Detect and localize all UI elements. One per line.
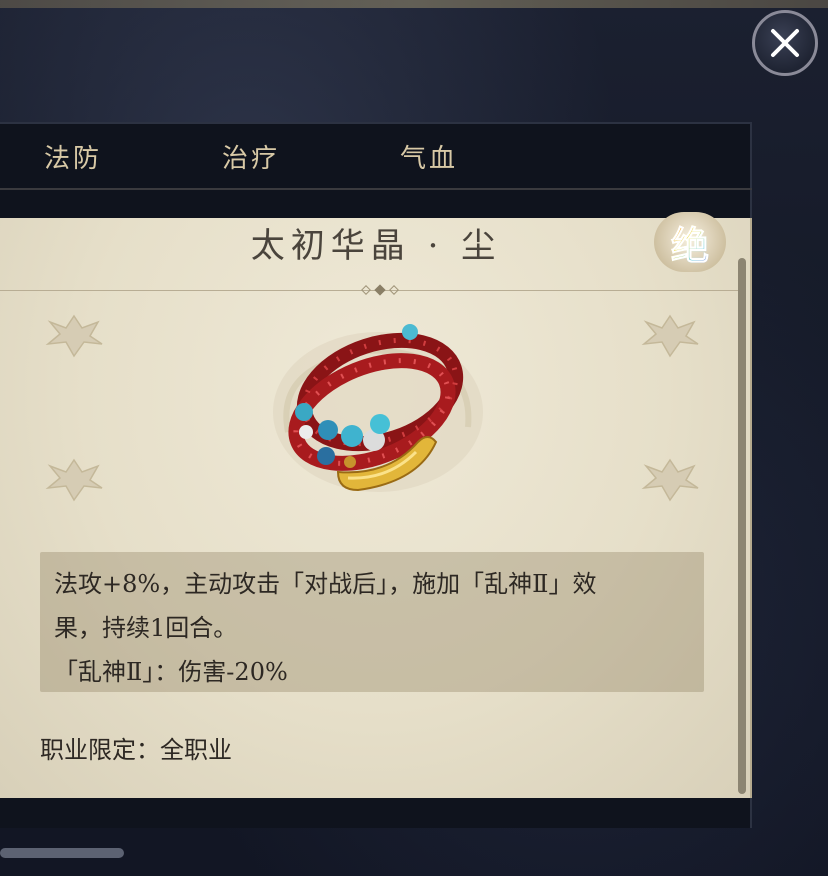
item-card: 太初华晶 · 尘 绝 xyxy=(0,212,752,798)
tab-healing[interactable]: 治疗 xyxy=(222,138,280,175)
item-description-box: 法攻+8%，主动攻击「对战后」，施加「乱神Ⅱ」效 果，持续1回合。 「乱神Ⅱ」：… xyxy=(40,552,704,692)
corner-ornament-icon xyxy=(45,314,103,358)
corner-ornament-icon xyxy=(641,314,699,358)
description-line: 「乱神Ⅱ」：伤害-20% xyxy=(54,658,288,686)
tab-magic-defense[interactable]: 法防 xyxy=(44,138,102,175)
corner-ornament-icon xyxy=(45,458,103,502)
close-button[interactable] xyxy=(752,10,818,76)
description-line: 果，持续1回合。 xyxy=(54,614,238,642)
card-scrollbar[interactable] xyxy=(738,258,746,794)
item-name: 太初华晶 · 尘 xyxy=(250,226,502,266)
divider-ornament-icon xyxy=(361,284,399,296)
close-icon xyxy=(771,29,799,57)
grade-badge: 绝 xyxy=(654,212,726,272)
corner-ornament-icon xyxy=(641,458,699,502)
tab-hp[interactable]: 气血 xyxy=(400,138,458,175)
class-restriction: 职业限定：全职业 xyxy=(40,736,232,764)
attribute-tab-bar: 法防 治疗 气血 xyxy=(0,124,752,190)
horizontal-scrollbar[interactable] xyxy=(0,848,124,858)
grade-label: 绝 xyxy=(670,215,709,270)
top-border-strip xyxy=(0,0,828,8)
prayer-beads-bracelet-icon xyxy=(273,324,483,492)
description-line: 法攻+8%，主动攻击「对战后」，施加「乱神Ⅱ」效 xyxy=(54,570,597,598)
